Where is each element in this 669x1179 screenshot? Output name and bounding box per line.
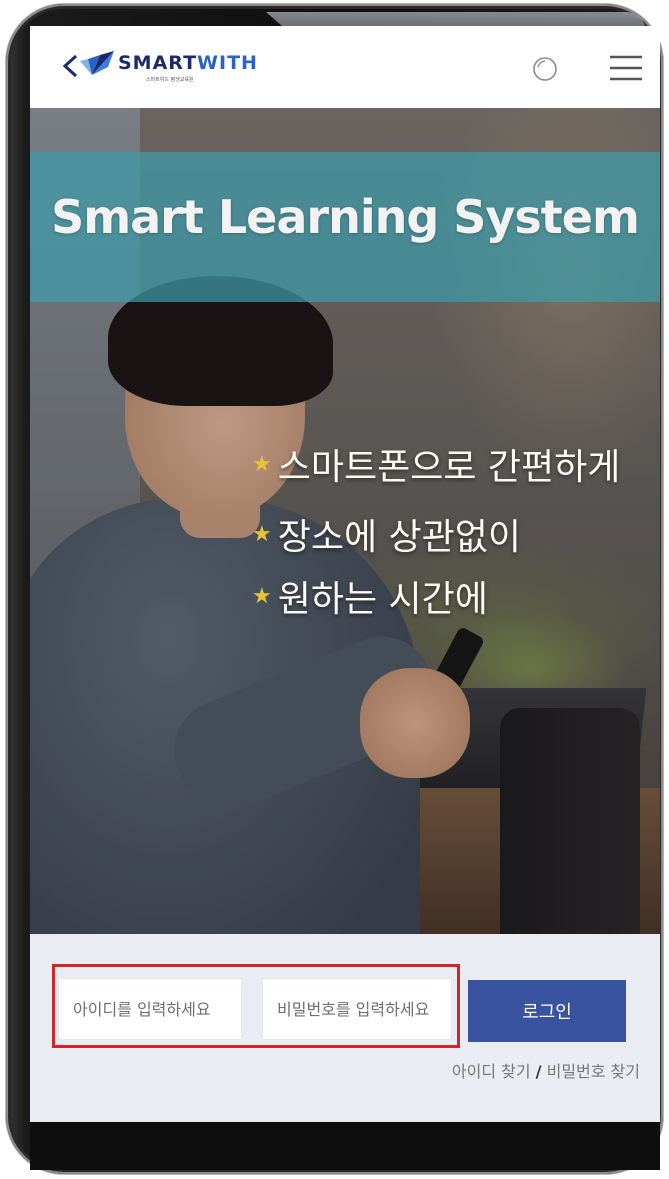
tagline-text: 원하는 시간에 <box>277 579 488 620</box>
id-input[interactable] <box>58 978 242 1040</box>
phone-screen: SMARTWITH 스마트위드 평생교육원 Smart Learning Sys… <box>30 26 660 1122</box>
logo-wordmark: SMARTWITH <box>118 52 258 74</box>
find-account-links: 아이디 찾기 / 비밀번호 찾기 <box>390 1058 640 1082</box>
search-icon[interactable] <box>530 54 562 86</box>
logo-subtitle: 스마트위드 평생교육원 <box>146 77 194 83</box>
tagline-item: ★ 스마트폰으로 간편하게 <box>252 438 620 490</box>
find-id-link[interactable]: 아이디 찾기 <box>452 1062 531 1081</box>
login-panel: 로그인 아이디 찾기 / 비밀번호 찾기 <box>30 934 660 1122</box>
tagline-text: 스마트폰으로 간편하게 <box>277 447 621 488</box>
logo-mark-icon <box>80 51 114 75</box>
tagline-item: ★ 원하는 시간에 <box>252 570 488 622</box>
star-icon: ★ <box>252 583 272 609</box>
login-button[interactable]: 로그인 <box>468 980 626 1042</box>
tagline-text: 장소에 상관없이 <box>277 517 522 558</box>
app-header: SMARTWITH 스마트위드 평생교육원 <box>30 26 660 108</box>
password-input[interactable] <box>262 978 452 1040</box>
link-separator: / <box>535 1062 542 1081</box>
logo-wordmark-accent: WITH <box>197 52 258 74</box>
star-icon: ★ <box>252 451 272 477</box>
hamburger-menu-icon[interactable] <box>608 54 644 82</box>
logo-wordmark-main: SMART <box>118 52 198 74</box>
hero-banner: Smart Learning System ★ 스마트폰으로 간편하게 ★ 장소… <box>30 108 660 934</box>
star-icon: ★ <box>252 521 272 547</box>
tagline-item: ★ 장소에 상관없이 <box>252 508 521 560</box>
phone-bottom-bezel <box>30 1122 660 1170</box>
smartwith-logo[interactable]: SMARTWITH 스마트위드 평생교육원 <box>78 49 257 89</box>
hero-title: Smart Learning System <box>51 190 640 244</box>
find-password-link[interactable]: 비밀번호 찾기 <box>547 1062 640 1081</box>
